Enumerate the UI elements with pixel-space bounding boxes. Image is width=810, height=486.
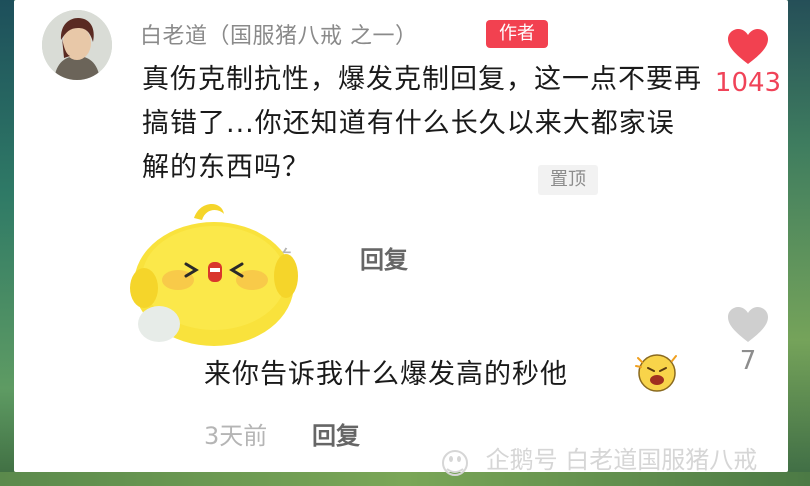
author-badge: 作者 [486, 20, 548, 48]
comment-text: 真伤克制抗性，爆发克制回复，这一点不要再搞错了...你还知道有什么长久以来大都家… [142, 64, 702, 183]
pinned-badge: 置顶 [538, 165, 598, 195]
reply-avatar[interactable] [138, 306, 180, 342]
avatar-portrait-icon [42, 10, 112, 80]
avatar[interactable] [42, 10, 112, 80]
heart-outline-icon [728, 307, 768, 342]
penguin-logo-icon [442, 450, 468, 476]
laughing-emoji-icon [635, 354, 677, 392]
comment-username[interactable]: 白老道（国服猪八戒 之一） [140, 18, 418, 50]
reply-text: 来你告诉我什么爆发高的秒他 [204, 359, 568, 390]
comment-reply-button[interactable]: 回复 [360, 240, 408, 275]
comment-like-button[interactable]: 1043 [712, 28, 784, 98]
watermark-text: 企鹅号 白老道国服猪八戒 [485, 446, 758, 474]
reply-like-button[interactable]: 7 [712, 306, 784, 376]
background-left-edge [0, 0, 14, 486]
heart-filled-icon [728, 29, 768, 64]
watermark: 企鹅号 白老道国服猪八戒 [438, 440, 757, 476]
reply-reply-button[interactable]: 回复 [312, 416, 360, 451]
comment-like-count: 1043 [714, 68, 782, 98]
reply-like-count: 7 [739, 346, 757, 376]
background-right-edge [788, 0, 810, 486]
reply-timestamp: 3天前 [204, 422, 268, 450]
